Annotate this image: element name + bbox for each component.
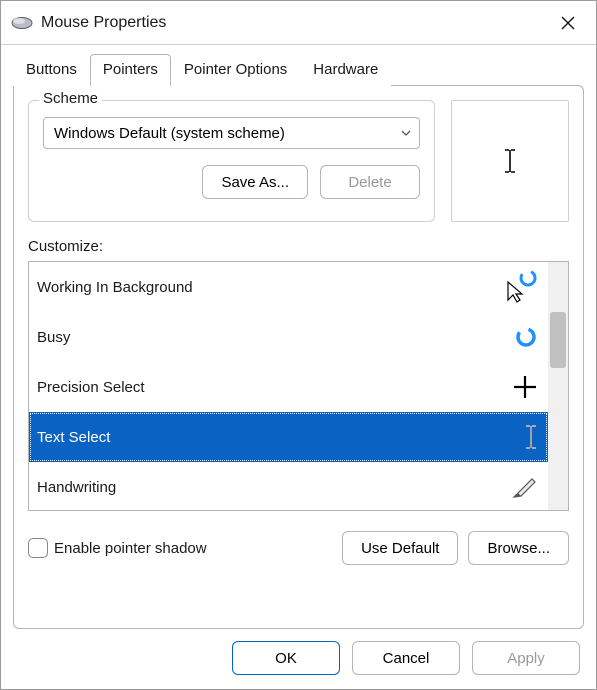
- mouse-icon: [11, 16, 33, 30]
- scrollbar-thumb[interactable]: [550, 312, 566, 368]
- apply-button[interactable]: Apply: [472, 641, 580, 675]
- close-button[interactable]: [548, 8, 588, 38]
- checkbox-box[interactable]: [28, 538, 48, 558]
- list-item[interactable]: Text Select: [29, 412, 548, 462]
- cancel-button[interactable]: Cancel: [352, 641, 460, 675]
- titlebar: Mouse Properties: [1, 1, 596, 45]
- list-item-label: Precision Select: [37, 379, 494, 396]
- list-item[interactable]: Precision Select: [29, 362, 548, 412]
- list-item-label: Text Select: [37, 429, 494, 446]
- scheme-legend: Scheme: [39, 90, 102, 107]
- tab-content-pointers: Scheme Windows Default (system scheme) S…: [13, 85, 584, 629]
- scrollbar[interactable]: [548, 262, 568, 510]
- scheme-select[interactable]: Windows Default (system scheme): [43, 117, 420, 149]
- ibeam-cursor-icon: [503, 148, 517, 174]
- tab-pointers[interactable]: Pointers: [90, 54, 171, 86]
- mouse-properties-dialog: Mouse Properties Buttons Pointers Pointe…: [0, 0, 597, 690]
- list-item-label: Working In Background: [37, 279, 494, 296]
- window-title: Mouse Properties: [41, 14, 166, 32]
- list-item[interactable]: Handwriting: [29, 462, 548, 510]
- list-item-label: Handwriting: [37, 479, 494, 496]
- pen-cursor-icon: [502, 473, 538, 501]
- pointer-shadow-checkbox[interactable]: Enable pointer shadow: [28, 538, 207, 558]
- tab-buttons[interactable]: Buttons: [13, 54, 90, 86]
- list-item[interactable]: Busy: [29, 312, 548, 362]
- use-default-button[interactable]: Use Default: [342, 531, 458, 565]
- save-as-button[interactable]: Save As...: [202, 165, 308, 199]
- cross-cursor-icon: [502, 374, 538, 400]
- delete-button[interactable]: Delete: [320, 165, 420, 199]
- arrow-busy-cursor-icon: [502, 270, 538, 304]
- ok-button[interactable]: OK: [232, 641, 340, 675]
- tab-hardware[interactable]: Hardware: [300, 54, 391, 86]
- scheme-group: Scheme Windows Default (system scheme) S…: [28, 100, 435, 222]
- list-item-label: Busy: [37, 329, 494, 346]
- pointer-shadow-label: Enable pointer shadow: [54, 540, 207, 557]
- dialog-button-row: OK Cancel Apply: [1, 635, 596, 689]
- tabs: Buttons Pointers Pointer Options Hardwar…: [1, 45, 596, 85]
- busy-cursor-icon: [502, 325, 538, 349]
- close-icon: [560, 15, 576, 31]
- customize-listbox: Working In Background Busy: [28, 261, 569, 511]
- tab-pointer-options[interactable]: Pointer Options: [171, 54, 300, 86]
- customize-label: Customize:: [28, 238, 569, 255]
- list-item[interactable]: Working In Background: [29, 262, 548, 312]
- ibeam-cursor-icon: [502, 423, 538, 451]
- customize-list[interactable]: Working In Background Busy: [29, 262, 548, 510]
- cursor-preview: [451, 100, 569, 222]
- browse-button[interactable]: Browse...: [468, 531, 569, 565]
